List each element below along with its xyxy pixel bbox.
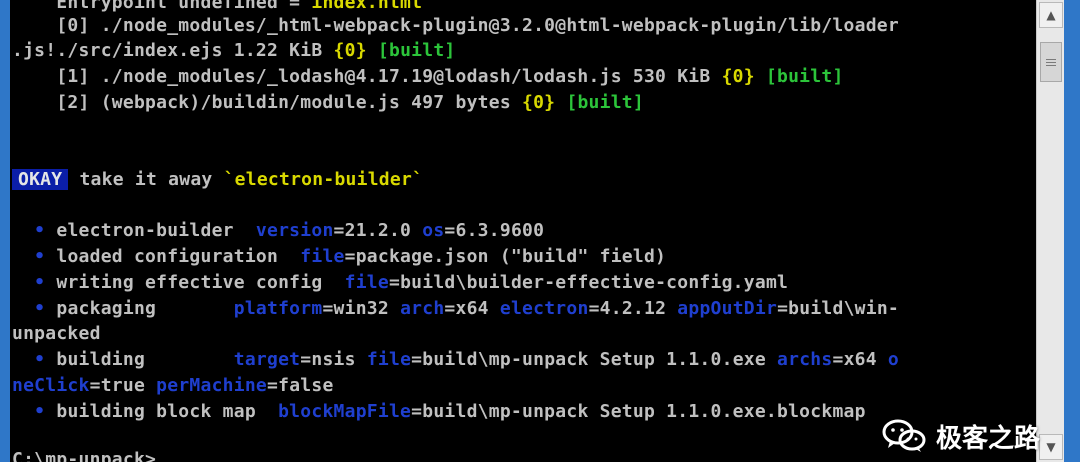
line-loaded-config: • loaded configuration file=package.json… (12, 246, 667, 267)
line-writing-config: • writing effective config file=build\bu… (12, 272, 789, 293)
line-chunk0-wrap: .js!./src/index.ejs 1.22 KiB {0} [built] (12, 40, 456, 61)
watermark: 极客之路 (880, 416, 1040, 456)
console-output[interactable]: Entrypoint undefined = index.html [0] ./… (10, 0, 1036, 462)
wechat-icon (882, 419, 926, 452)
vertical-scrollbar[interactable]: ▲ ▼ (1036, 0, 1065, 462)
watermark-text: 极客之路 (936, 423, 1041, 454)
line-packaging: • packaging platform=win32 arch=x64 elec… (12, 298, 900, 319)
line-building: • building target=nsis file=build\mp-unp… (12, 349, 900, 370)
bullet-icon: • (12, 272, 46, 293)
bullet-icon: • (12, 401, 46, 422)
line-entrypoint: Entrypoint undefined = index.html (12, 0, 423, 13)
okay-badge: OKAY (12, 169, 69, 190)
window-border-left (0, 0, 10, 462)
bullet-icon: • (12, 349, 46, 370)
line-building-wrap: neClick=true perMachine=false (12, 375, 334, 396)
bullet-icon: • (12, 220, 46, 241)
bullet-icon: • (12, 298, 46, 319)
bullet-icon: • (12, 246, 46, 267)
scroll-down-arrow-icon[interactable]: ▼ (1039, 434, 1063, 460)
command-prompt[interactable]: C:\mp-unpack> (12, 448, 156, 462)
line-packaging-wrap: unpacked (12, 323, 101, 344)
window-border-right (1064, 0, 1080, 462)
scrollbar-thumb[interactable] (1040, 42, 1062, 82)
line-electron-builder: • electron-builder version=21.2.0 os=6.3… (12, 220, 545, 241)
line-chunk1: [1] ./node_modules/_lodash@4.17.19@lodas… (12, 66, 844, 87)
scroll-up-arrow-icon[interactable]: ▲ (1039, 2, 1063, 28)
line-chunk0: [0] ./node_modules/_html-webpack-plugin@… (12, 15, 899, 36)
line-chunk2: [2] (webpack)/buildin/module.js 497 byte… (12, 92, 644, 113)
line-block-map: • building block map blockMapFile=build\… (12, 401, 866, 422)
line-okay: OKAY take it away `electron-builder` (12, 168, 423, 192)
